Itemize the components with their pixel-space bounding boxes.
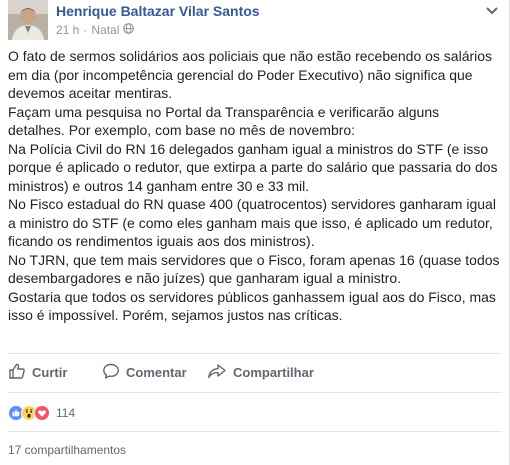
thumbs-up-icon <box>8 362 32 383</box>
feed-post: Henrique Baltazar Vilar Santos 21 h · Na… <box>0 0 510 465</box>
meta-separator: · <box>83 23 88 37</box>
post-timestamp[interactable]: 21 h <box>56 23 79 37</box>
post-body-line: Na Polícia Civil do RN 16 delegados ganh… <box>8 140 489 157</box>
comment-button[interactable]: Comentar <box>102 358 187 386</box>
comment-label: Comentar <box>126 364 187 380</box>
post-body-line: devemos aceitar mentiras. <box>8 85 173 101</box>
share-arrow-icon <box>207 362 233 383</box>
comment-bubble-icon <box>102 362 126 383</box>
like-label: Curtir <box>32 364 68 380</box>
post-body-line: No TJRN, que tem mais servidores que o F… <box>8 251 500 268</box>
post-body-line: porque é aplicado o redutor, que extirpa… <box>8 159 498 175</box>
shares-divider <box>8 431 502 432</box>
globe-icon <box>123 23 135 37</box>
post-body: O fato de sermos solidários aos policiai… <box>8 47 502 325</box>
share-button[interactable]: Compartilhar <box>207 358 314 386</box>
like-button[interactable]: Curtir <box>8 358 67 386</box>
post-body-line: No Fisco estadual do RN quase 400 (quatr… <box>8 196 496 212</box>
post-body-line: O fato de sermos solidários aos policiai… <box>8 48 493 64</box>
post-body-line: a ministro do STF (e como eles ganham ma… <box>8 214 493 231</box>
share-label: Compartilhar <box>233 364 314 380</box>
love-icon <box>34 404 51 422</box>
post-meta: 21 h · Natal <box>56 23 135 37</box>
post-body-line: detalhes. Por exemplo, com base no mês d… <box>8 122 356 138</box>
post-body-line: ministros) e outros 14 ganham entre 30 e… <box>8 177 310 194</box>
author-avatar[interactable] <box>8 0 48 40</box>
share-count-link[interactable]: 17 compartilhamentos <box>8 443 126 457</box>
actions-top-divider <box>8 353 502 354</box>
post-actions-bar: Curtir Comentar Compartilhar <box>8 358 502 386</box>
post-body-line: Façam uma pesquisa no Portal da Transpar… <box>8 103 440 120</box>
post-body-line: em dia (por incompetência gerencial do P… <box>8 66 473 83</box>
post-body-line: ficando os rendimentos iguais aos dos mi… <box>8 233 315 249</box>
post-body-line: desembargadores e não juízes) que ganhar… <box>8 270 402 286</box>
reactions-summary[interactable]: 114 <box>8 404 75 422</box>
avatar-photo <box>8 0 48 40</box>
author-name-link[interactable]: Henrique Baltazar Vilar Santos <box>56 3 260 19</box>
post-body-line: Gostaria que todos os servidores público… <box>8 288 496 305</box>
post-header: Henrique Baltazar Vilar Santos 21 h · Na… <box>8 0 502 40</box>
post-options-chevron-icon[interactable] <box>482 4 502 18</box>
post-location[interactable]: Natal <box>91 23 119 37</box>
actions-bottom-divider <box>8 392 502 393</box>
reaction-count: 114 <box>56 406 76 420</box>
post-body-line: isso é impossível. Porém, sejamos justos… <box>8 307 343 323</box>
